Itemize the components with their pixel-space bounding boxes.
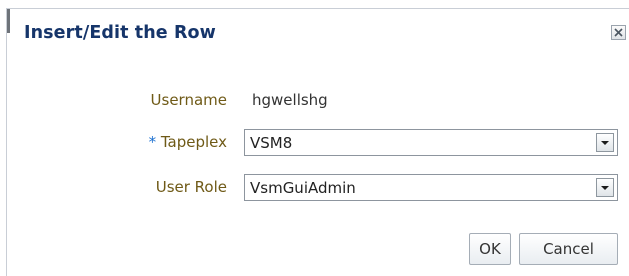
close-icon: [614, 28, 623, 37]
chevron-down-icon: [601, 141, 609, 145]
tapeplex-label-text: Tapeplex: [160, 133, 227, 151]
ok-button[interactable]: OK: [469, 233, 511, 265]
user-role-dropdown-button[interactable]: [596, 178, 614, 197]
user-role-label: User Role: [7, 178, 227, 196]
username-label-text: Username: [150, 91, 227, 109]
dialog-edge-accent: [7, 9, 10, 33]
tapeplex-selected-value: VSM8: [250, 134, 293, 152]
tapeplex-dropdown-button[interactable]: [596, 133, 614, 152]
user-role-selected-value: VsmGuiAdmin: [250, 179, 356, 197]
required-marker: *: [148, 133, 157, 151]
close-button[interactable]: [611, 25, 626, 40]
tapeplex-select[interactable]: VSM8: [244, 129, 618, 156]
chevron-down-icon: [601, 186, 609, 190]
user-role-select[interactable]: VsmGuiAdmin: [244, 174, 618, 201]
user-role-label-text: User Role: [155, 178, 227, 196]
cancel-button[interactable]: Cancel: [519, 233, 618, 265]
dialog-title: Insert/Edit the Row: [24, 23, 216, 43]
insert-edit-row-dialog: Insert/Edit the Row Username hgwellshg *…: [6, 8, 629, 276]
tapeplex-label: * Tapeplex: [7, 133, 227, 151]
username-label: Username: [7, 91, 227, 109]
username-value: hgwellshg: [252, 91, 328, 109]
